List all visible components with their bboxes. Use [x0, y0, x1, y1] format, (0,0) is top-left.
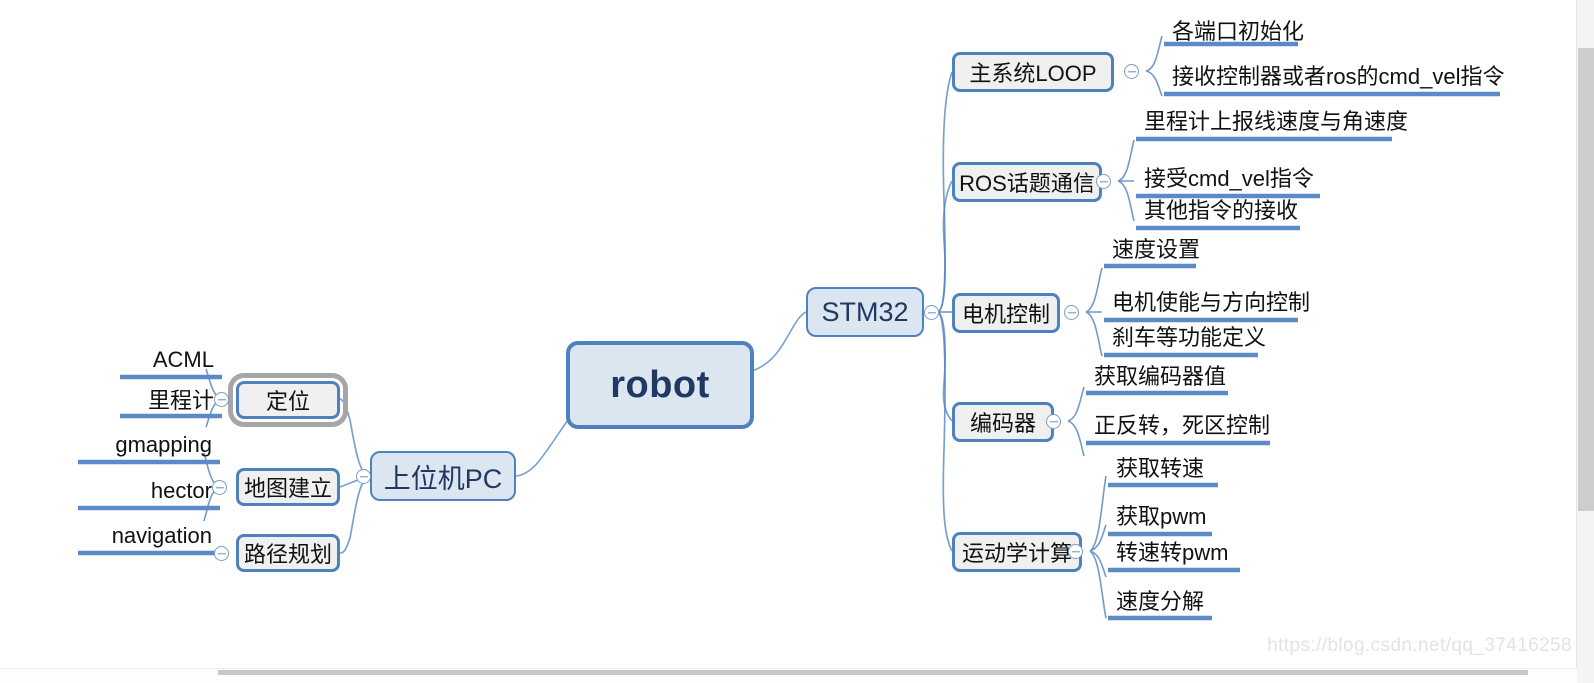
node-label: 定位	[265, 389, 310, 414]
vertical-scrollbar-thumb[interactable]	[1578, 48, 1594, 511]
leaf-acml[interactable]: ACML	[62, 345, 222, 377]
leaf-label: 正反转，死区控制	[1094, 412, 1271, 438]
collapse-minus-icon[interactable]	[1124, 64, 1139, 79]
vertical-scrollbar[interactable]	[1576, 0, 1594, 669]
node-label: 编码器	[969, 411, 1036, 436]
leaf-label: 电机使能与方向控制	[1112, 289, 1311, 315]
leaf-label: 转速转pwm	[1116, 540, 1229, 565]
node-label: 地图建立	[243, 476, 332, 501]
node-main-system-loop[interactable]: 主系统LOOP	[952, 52, 1114, 92]
node-path-planning[interactable]: 路径规划	[236, 534, 340, 572]
node-ros-topic-comm[interactable]: ROS话题通信	[952, 162, 1102, 202]
leaf-read-encoder-value[interactable]: 获取编码器值	[1090, 359, 1310, 393]
leaf-speed-decomposition[interactable]: 速度分解	[1112, 584, 1312, 618]
collapse-minus-icon[interactable]	[1096, 174, 1111, 189]
node-encoder[interactable]: 编码器	[952, 402, 1054, 442]
branch-node-pc[interactable]: 上位机PC	[370, 451, 516, 501]
node-label: ROS话题通信	[959, 171, 1095, 196]
leaf-motor-enable-direction[interactable]: 电机使能与方向控制	[1108, 284, 1358, 320]
collapse-minus-icon[interactable]	[924, 305, 939, 320]
horizontal-scrollbar-thumb[interactable]	[218, 670, 1528, 675]
node-label: 运动学计算	[961, 541, 1072, 566]
leaf-label: 刹车等功能定义	[1112, 325, 1267, 350]
leaf-label: 接受cmd_vel指令	[1144, 165, 1314, 191]
leaf-port-init[interactable]: 各端口初始化	[1168, 18, 1468, 44]
root-node-robot[interactable]: robot	[566, 341, 754, 429]
collapse-minus-icon[interactable]	[1064, 305, 1079, 320]
node-label: 电机控制	[961, 302, 1050, 327]
leaf-label: 里程计	[147, 388, 214, 413]
leaf-label: ACML	[152, 346, 214, 372]
leaf-odometry[interactable]: 里程计	[62, 385, 222, 416]
leaf-label: 速度设置	[1112, 236, 1201, 262]
leaf-label: 其他指令的接收	[1144, 197, 1299, 223]
branch-node-pc-label: 上位机PC	[383, 463, 503, 494]
node-motor-control[interactable]: 电机控制	[952, 293, 1060, 333]
leaf-label: 各端口初始化	[1172, 18, 1305, 44]
collapse-minus-icon[interactable]	[1046, 414, 1061, 429]
node-map-building[interactable]: 地图建立	[236, 468, 340, 506]
leaf-label: 速度分解	[1116, 588, 1205, 614]
mindmap-canvas[interactable]: robot STM32 上位机PC 主系统LOOP ROS话题通信 电机控制 编…	[0, 0, 1594, 683]
root-node-label: robot	[610, 363, 710, 406]
watermark-text: https://blog.csdn.net/qq_37416258	[1267, 635, 1572, 656]
leaf-label: 接收控制器或者ros的cmd_vel指令	[1172, 63, 1505, 89]
node-label: 主系统LOOP	[969, 61, 1097, 86]
leaf-get-pwm[interactable]: 获取pwm	[1112, 499, 1312, 534]
horizontal-scrollbar[interactable]	[0, 668, 1577, 683]
leaf-get-rotation-speed[interactable]: 获取转速	[1112, 451, 1312, 485]
leaf-odom-report[interactable]: 里程计上报线速度与角速度	[1140, 104, 1440, 139]
leaf-label: 里程计上报线速度与角速度	[1144, 109, 1409, 134]
leaf-accept-cmdvel[interactable]: 接受cmd_vel指令	[1140, 160, 1390, 196]
leaf-speed-setting[interactable]: 速度设置	[1108, 232, 1308, 266]
leaf-hector[interactable]: hector	[20, 477, 220, 508]
leaf-label: hector	[150, 478, 212, 503]
leaf-brake-functions[interactable]: 刹车等功能定义	[1108, 320, 1358, 355]
node-kinematics[interactable]: 运动学计算	[952, 532, 1082, 572]
leaf-label: 获取转速	[1116, 455, 1205, 481]
leaf-label: 获取编码器值	[1094, 363, 1227, 389]
scrollbar-corner	[1577, 669, 1594, 683]
branch-node-stm32[interactable]: STM32	[806, 287, 924, 337]
branch-node-stm32-label: STM32	[821, 296, 909, 327]
leaf-receive-cmdvel[interactable]: 接收控制器或者ros的cmd_vel指令	[1168, 58, 1508, 94]
node-label: 路径规划	[243, 542, 332, 567]
collapse-minus-icon[interactable]	[356, 469, 371, 484]
leaf-navigation[interactable]: navigation	[20, 521, 220, 553]
leaf-forward-reverse-deadzone[interactable]: 正反转，死区控制	[1090, 407, 1330, 443]
leaf-other-cmds[interactable]: 其他指令的接收	[1140, 192, 1390, 228]
node-localization[interactable]: 定位	[228, 373, 348, 427]
leaf-gmapping[interactable]: gmapping	[20, 430, 220, 462]
leaf-label: 获取pwm	[1116, 504, 1207, 529]
collapse-minus-icon[interactable]	[1068, 544, 1083, 559]
leaf-speed-to-pwm[interactable]: 转速转pwm	[1112, 535, 1312, 570]
leaf-label: gmapping	[115, 431, 212, 457]
leaf-label: navigation	[111, 522, 212, 548]
